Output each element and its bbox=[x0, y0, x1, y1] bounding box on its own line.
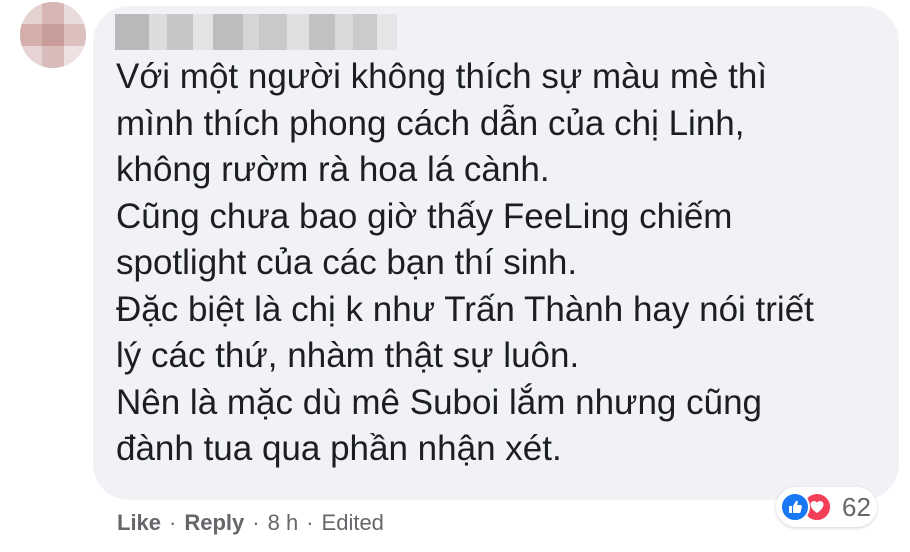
separator: · bbox=[252, 510, 260, 535]
comment-actions: Like · Reply · 8 h · Edited bbox=[117, 508, 384, 538]
comment-line: Nên là mặc dù mê Suboi lắm nhưng cũng bbox=[116, 382, 763, 422]
reaction-count: 62 bbox=[842, 491, 871, 522]
timestamp[interactable]: 8 h bbox=[268, 510, 299, 536]
comment-line: Đặc biệt là chị k như Trấn Thành hay nói… bbox=[116, 289, 814, 329]
comment-line: đành tua qua phần nhận xét. bbox=[116, 429, 562, 468]
comment-line: Với một người không thích sự màu mè thì bbox=[116, 57, 768, 96]
like-button[interactable]: Like bbox=[117, 510, 161, 536]
comment-bubble: Với một người không thích sự màu mè thì … bbox=[93, 6, 899, 500]
author-name-blurred[interactable] bbox=[115, 14, 397, 50]
comment-line: Cũng chưa bao giờ thấy FeeLing chiếm bbox=[116, 196, 733, 236]
reactions-summary[interactable]: 62 bbox=[776, 487, 877, 527]
separator: · bbox=[306, 510, 314, 535]
comment-line: spotlight của các bạn thí sinh. bbox=[116, 243, 578, 282]
reply-button[interactable]: Reply bbox=[184, 510, 244, 536]
comment-line: mình thích phong cách dẫn của chị Linh, bbox=[116, 103, 745, 143]
comment-container: Với một người không thích sự màu mè thì … bbox=[0, 0, 910, 552]
comment-text: Với một người không thích sự màu mè thì … bbox=[116, 54, 886, 473]
edited-label[interactable]: Edited bbox=[322, 510, 384, 536]
comment-line: không rườm rà hoa lá cành. bbox=[116, 150, 550, 189]
like-icon bbox=[780, 492, 810, 522]
comment-line: lý các thứ, nhàm thật sự luôn. bbox=[116, 336, 580, 375]
avatar[interactable] bbox=[20, 2, 86, 68]
separator: · bbox=[169, 510, 177, 535]
